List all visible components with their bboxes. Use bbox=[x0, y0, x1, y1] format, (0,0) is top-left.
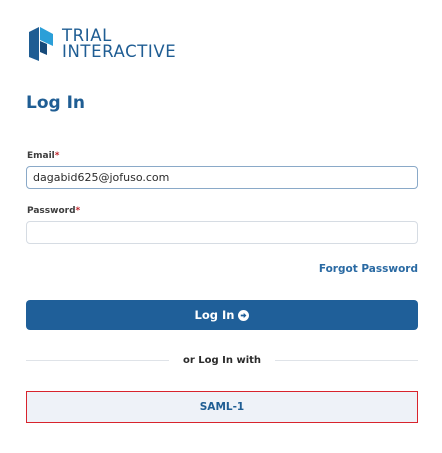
divider-line-right bbox=[275, 359, 418, 361]
divider-line-left bbox=[26, 359, 169, 361]
email-input[interactable] bbox=[26, 166, 418, 189]
alt-login-divider-text: or Log In with bbox=[182, 354, 262, 366]
email-label-text: Email bbox=[27, 151, 55, 161]
password-required-mark: * bbox=[75, 206, 81, 216]
password-input[interactable] bbox=[26, 221, 418, 244]
email-label: Email* bbox=[27, 151, 60, 161]
login-button-label: Log In bbox=[194, 308, 235, 322]
brand-name: TRIAL INTERACTIVE bbox=[62, 27, 177, 61]
brand-name-line2: INTERACTIVE bbox=[62, 42, 177, 61]
email-required-mark: * bbox=[54, 151, 60, 161]
trial-interactive-logo-icon bbox=[29, 27, 53, 61]
alt-login-divider: or Log In with bbox=[26, 353, 418, 367]
saml-1-login-button[interactable]: SAML-1 bbox=[26, 391, 418, 423]
password-label-text: Password bbox=[27, 206, 76, 216]
login-page: TRIAL INTERACTIVE Log In Email* Password… bbox=[0, 0, 442, 453]
page-title: Log In bbox=[26, 93, 86, 113]
arrow-circle-right-icon bbox=[238, 309, 250, 321]
password-label: Password* bbox=[27, 206, 80, 216]
forgot-password-link[interactable]: Forgot Password bbox=[319, 263, 418, 275]
login-button[interactable]: Log In bbox=[26, 300, 418, 330]
brand-logo: TRIAL INTERACTIVE bbox=[27, 24, 176, 64]
